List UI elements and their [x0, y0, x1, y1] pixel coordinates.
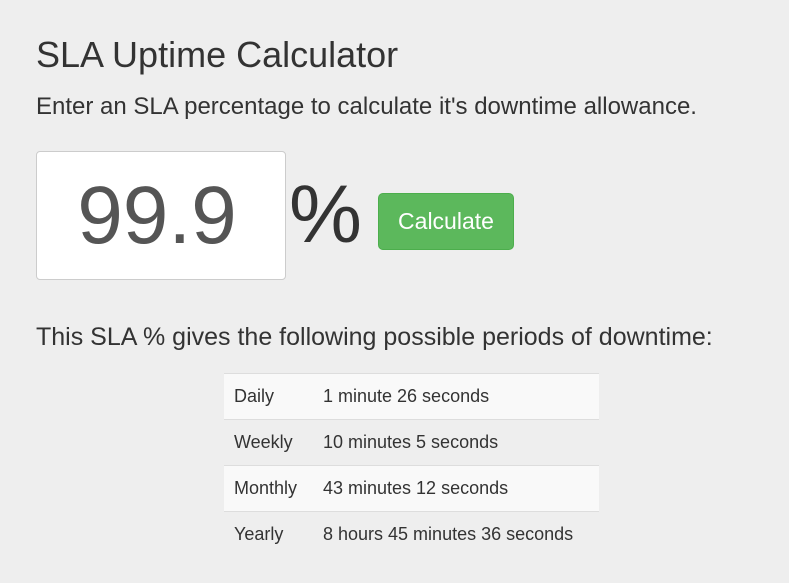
table-row: Monthly 43 minutes 12 seconds	[224, 465, 599, 512]
period-label: Yearly	[224, 511, 313, 557]
downtime-value: 10 minutes 5 seconds	[313, 419, 599, 466]
percent-sign: %	[289, 169, 362, 260]
period-label: Monthly	[224, 465, 313, 512]
calculate-button[interactable]: Calculate	[378, 193, 514, 250]
page-subtitle: Enter an SLA percentage to calculate it'…	[36, 93, 697, 120]
sla-percentage-input[interactable]	[36, 151, 286, 280]
period-label: Daily	[224, 373, 313, 420]
downtime-table: Daily 1 minute 26 seconds Weekly 10 minu…	[224, 373, 599, 557]
period-label: Weekly	[224, 419, 313, 466]
downtime-value: 1 minute 26 seconds	[313, 373, 599, 420]
table-row: Daily 1 minute 26 seconds	[224, 373, 599, 420]
table-row: Yearly 8 hours 45 minutes 36 seconds	[224, 511, 599, 557]
downtime-value: 43 minutes 12 seconds	[313, 465, 599, 512]
page-title: SLA Uptime Calculator	[36, 34, 399, 75]
downtime-value: 8 hours 45 minutes 36 seconds	[313, 511, 599, 557]
results-heading: This SLA % gives the following possible …	[36, 323, 713, 351]
table-row: Weekly 10 minutes 5 seconds	[224, 419, 599, 466]
